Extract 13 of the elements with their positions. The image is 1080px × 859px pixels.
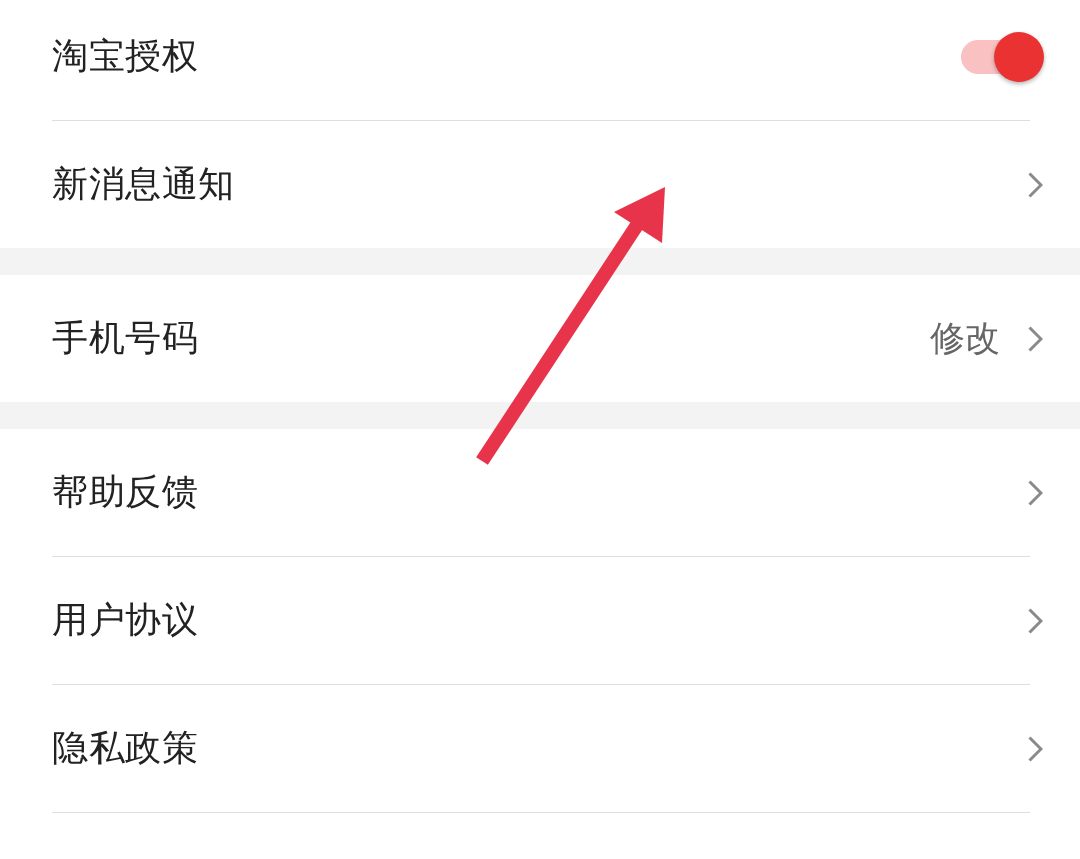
setting-label: 淘宝授权 xyxy=(52,34,198,78)
setting-label: 用户协议 xyxy=(52,598,198,642)
chevron-right-icon xyxy=(1028,325,1043,352)
chevron-right-icon xyxy=(1028,479,1043,506)
setting-label: 帮助反馈 xyxy=(52,470,198,514)
chevron-right-icon xyxy=(1028,171,1043,198)
edit-link[interactable]: 修改 xyxy=(930,315,1000,362)
chevron-right-icon xyxy=(1028,607,1043,634)
chevron-right-icon xyxy=(1028,735,1043,762)
setting-label: 手机号码 xyxy=(52,316,198,360)
toggle-switch[interactable] xyxy=(961,30,1045,83)
setting-label: 隐私政策 xyxy=(52,726,198,770)
setting-label: 新消息通知 xyxy=(52,162,235,206)
